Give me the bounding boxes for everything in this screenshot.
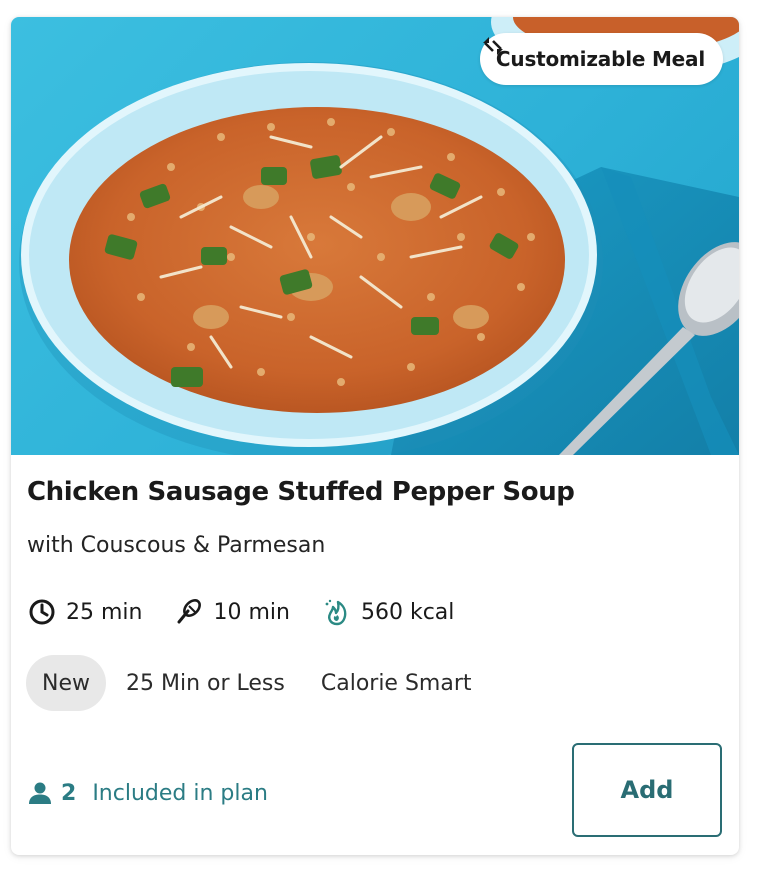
servings-count: 2	[61, 780, 77, 806]
person-icon	[29, 782, 51, 804]
calories-value: 560 kcal	[360, 599, 455, 625]
swap-arrows-icon	[482, 37, 503, 55]
calories: 560 kcal	[322, 597, 454, 627]
included-in-plan-label: Included in plan	[92, 780, 268, 806]
plan-servings: 2 Included in plan	[27, 777, 268, 809]
total-time: 25 min	[27, 597, 142, 627]
tag-25-min-or-less: 25 Min or Less	[126, 670, 285, 696]
customizable-meal-label: Customizable Meal	[495, 47, 705, 71]
recipe-meta: 25 min 10 min 560 kcal	[27, 595, 486, 629]
recipe-tags: New 25 Min or Less Calorie Smart	[26, 655, 488, 711]
recipe-title[interactable]: Chicken Sausage Stuffed Pepper Soup	[27, 477, 575, 507]
whisk-icon	[177, 599, 202, 624]
add-button[interactable]: Add	[572, 743, 722, 837]
clock-icon	[29, 599, 55, 625]
meal-card[interactable]: Customizable Meal Chicken Sausage Stuffe…	[11, 17, 739, 855]
prep-time: 10 min	[174, 597, 290, 627]
total-time-value: 25 min	[66, 599, 143, 625]
tag-calorie-smart: Calorie Smart	[320, 670, 472, 696]
customizable-meal-badge: Customizable Meal	[479, 33, 723, 85]
prep-time-value: 10 min	[213, 599, 290, 625]
meal-photo[interactable]: Customizable Meal	[11, 17, 739, 455]
calorie-flame-icon	[325, 599, 347, 626]
recipe-subtitle: with Couscous & Parmesan	[27, 533, 326, 558]
tag-new: New	[26, 655, 106, 711]
